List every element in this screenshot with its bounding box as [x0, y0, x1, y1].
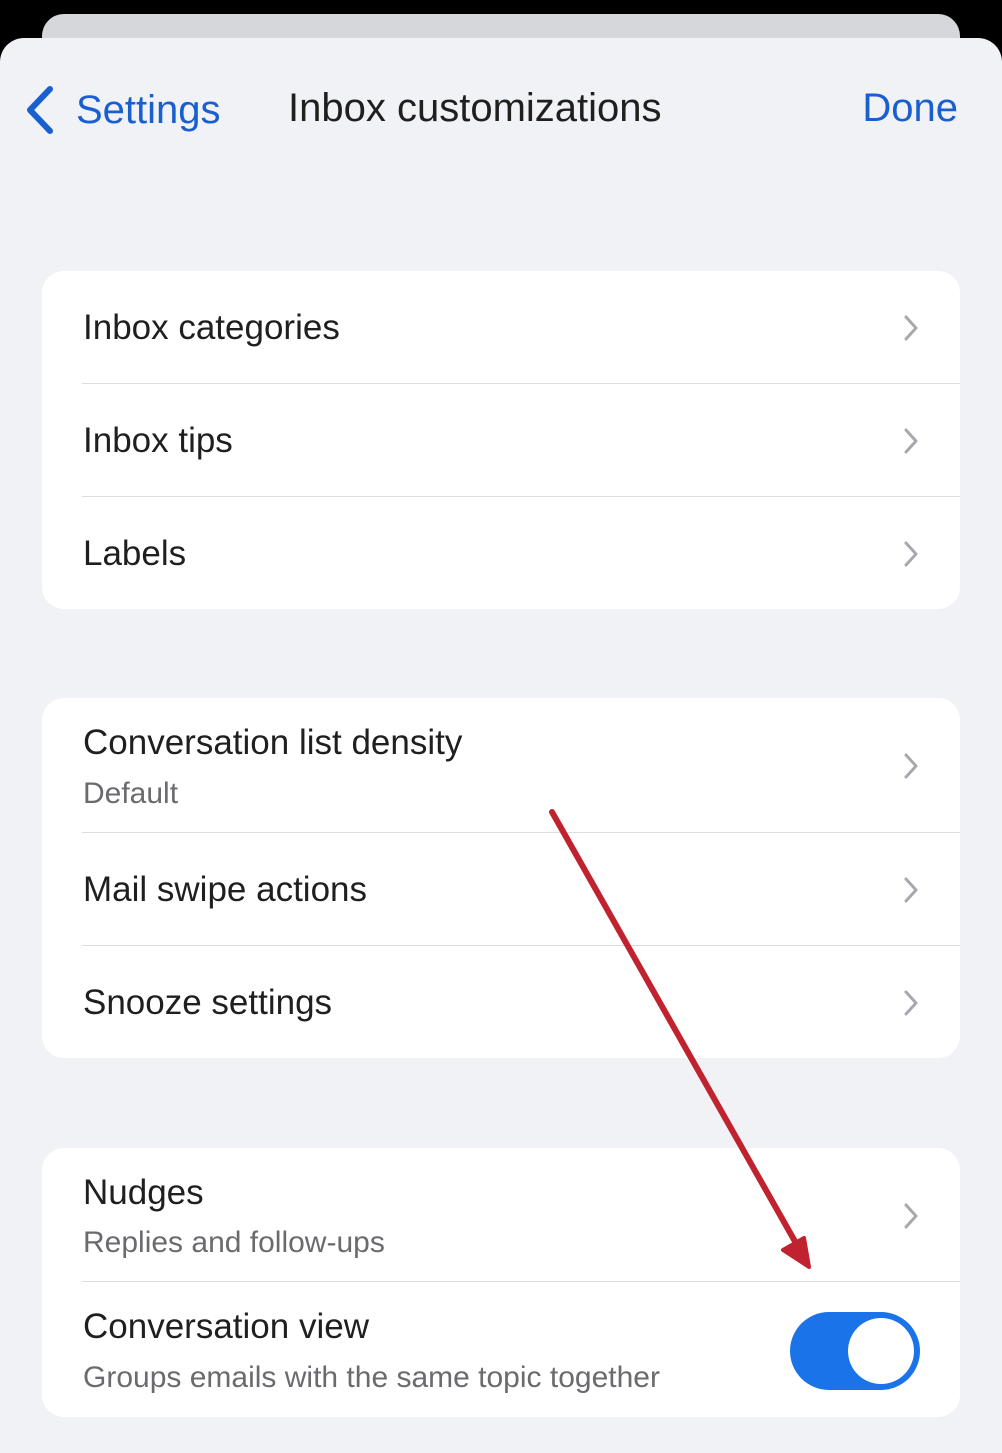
chevron-right-icon: [904, 315, 918, 341]
row-subtitle: Groups emails with the same topic togeth…: [83, 1361, 660, 1394]
row-conversation-view: Conversation view Groups emails with the…: [42, 1282, 960, 1417]
row-snooze-settings[interactable]: Snooze settings: [42, 946, 960, 1058]
row-labels[interactable]: Labels: [42, 497, 960, 609]
back-button[interactable]: Settings: [24, 80, 221, 140]
row-inbox-tips[interactable]: Inbox tips: [42, 384, 960, 497]
navigation-bar: Settings Inbox customizations Done: [0, 38, 1002, 188]
chevron-right-icon: [904, 753, 918, 779]
done-button[interactable]: Done: [862, 86, 958, 131]
conversation-view-toggle[interactable]: [790, 1312, 920, 1390]
row-nudges[interactable]: Nudges Replies and follow-ups: [42, 1148, 960, 1282]
page-title: Inbox customizations: [288, 86, 662, 130]
row-title: Conversation view: [83, 1307, 369, 1346]
chevron-right-icon: [904, 990, 918, 1016]
row-title: Inbox categories: [83, 308, 340, 347]
row-mail-swipe-actions[interactable]: Mail swipe actions: [42, 833, 960, 946]
chevron-left-icon: [24, 85, 54, 135]
chevron-right-icon: [904, 877, 918, 903]
row-title: Labels: [83, 534, 187, 573]
chevron-right-icon: [904, 1203, 918, 1229]
settings-sheet: Settings Inbox customizations Done Inbox…: [0, 38, 1002, 1453]
chevron-right-icon: [904, 541, 918, 567]
row-inbox-categories[interactable]: Inbox categories: [42, 271, 960, 384]
row-title: Inbox tips: [83, 421, 233, 460]
settings-group-conversation: Nudges Replies and follow-ups Conversati…: [42, 1148, 960, 1417]
toggle-knob: [848, 1318, 914, 1384]
row-title: Nudges: [83, 1173, 204, 1212]
settings-group-inbox: Inbox categories Inbox tips Labels: [42, 271, 960, 609]
row-title: Snooze settings: [83, 983, 333, 1022]
row-title: Conversation list density: [83, 723, 463, 762]
row-subtitle: Replies and follow-ups: [83, 1226, 385, 1259]
row-subtitle: Default: [83, 777, 179, 810]
row-conversation-list-density[interactable]: Conversation list density Default: [42, 698, 960, 833]
row-title: Mail swipe actions: [83, 870, 367, 909]
back-button-label: Settings: [76, 87, 221, 132]
settings-group-list: Conversation list density Default Mail s…: [42, 698, 960, 1058]
chevron-right-icon: [904, 428, 918, 454]
